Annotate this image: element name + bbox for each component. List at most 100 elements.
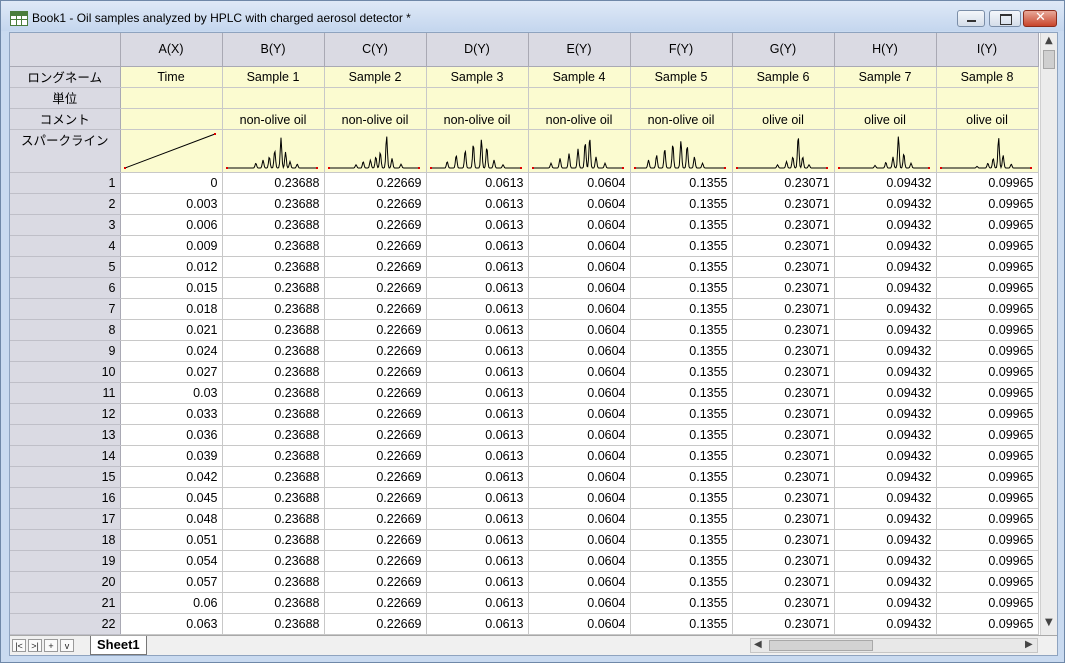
table-cell[interactable]: 0.09432 — [834, 214, 937, 236]
table-cell[interactable]: 0.1355 — [630, 214, 733, 236]
row-header[interactable]: 11 — [10, 382, 121, 404]
table-cell[interactable]: 0.22669 — [324, 550, 427, 572]
table-cell[interactable]: 0.024 — [120, 340, 223, 362]
table-cell[interactable]: 0.1355 — [630, 340, 733, 362]
row-header[interactable]: 7 — [10, 298, 121, 320]
table-cell[interactable]: 0.09432 — [834, 382, 937, 404]
table-cell[interactable]: 0.1355 — [630, 235, 733, 257]
table-cell[interactable]: 0.1355 — [630, 592, 733, 614]
comment-cell[interactable]: non-olive oil — [630, 108, 733, 130]
table-cell[interactable]: 0.09965 — [936, 193, 1039, 215]
row-header[interactable]: 10 — [10, 361, 121, 383]
comment-cell[interactable] — [120, 108, 223, 130]
table-cell[interactable]: 0.0604 — [528, 571, 631, 593]
column-header[interactable]: A(X) — [120, 33, 223, 67]
table-cell[interactable]: 0.0604 — [528, 613, 631, 635]
table-cell[interactable]: 0.23688 — [222, 508, 325, 530]
table-cell[interactable]: 0.1355 — [630, 613, 733, 635]
table-cell[interactable]: 0.09432 — [834, 592, 937, 614]
table-cell[interactable]: 0.018 — [120, 298, 223, 320]
table-cell[interactable]: 0.09432 — [834, 172, 937, 194]
column-header[interactable]: B(Y) — [222, 33, 325, 67]
unit-cell[interactable] — [222, 87, 325, 109]
sparkline-cell[interactable] — [222, 129, 325, 173]
table-cell[interactable]: 0.021 — [120, 319, 223, 341]
table-cell[interactable]: 0.23071 — [732, 445, 835, 467]
sheet-list-button[interactable]: v — [60, 639, 74, 652]
table-cell[interactable]: 0.22669 — [324, 256, 427, 278]
table-cell[interactable]: 0.0613 — [426, 382, 529, 404]
long-name-cell[interactable]: Sample 4 — [528, 66, 631, 88]
sparkline-cell[interactable] — [834, 129, 937, 173]
table-cell[interactable]: 0.0604 — [528, 487, 631, 509]
table-cell[interactable]: 0.1355 — [630, 172, 733, 194]
comment-cell[interactable]: olive oil — [732, 108, 835, 130]
table-cell[interactable]: 0.23071 — [732, 319, 835, 341]
row-header[interactable]: 5 — [10, 256, 121, 278]
table-cell[interactable]: 0.09432 — [834, 529, 937, 551]
table-cell[interactable]: 0.09965 — [936, 592, 1039, 614]
row-header[interactable]: 12 — [10, 403, 121, 425]
restore-button[interactable] — [989, 10, 1021, 27]
long-name-cell[interactable]: Time — [120, 66, 223, 88]
table-cell[interactable]: 0.22669 — [324, 529, 427, 551]
table-cell[interactable]: 0.23688 — [222, 466, 325, 488]
table-cell[interactable]: 0.0604 — [528, 466, 631, 488]
table-cell[interactable]: 0.22669 — [324, 592, 427, 614]
table-cell[interactable]: 0.09432 — [834, 403, 937, 425]
table-cell[interactable]: 0.0604 — [528, 193, 631, 215]
table-cell[interactable]: 0.22669 — [324, 298, 427, 320]
table-cell[interactable]: 0.22669 — [324, 235, 427, 257]
column-header[interactable]: H(Y) — [834, 33, 937, 67]
select-all-corner[interactable] — [10, 33, 121, 67]
table-cell[interactable]: 0.045 — [120, 487, 223, 509]
table-cell[interactable]: 0.22669 — [324, 277, 427, 299]
table-cell[interactable]: 0.09965 — [936, 340, 1039, 362]
vertical-scroll-thumb[interactable] — [1043, 50, 1055, 69]
table-cell[interactable]: 0.09965 — [936, 613, 1039, 635]
table-cell[interactable]: 0.09965 — [936, 571, 1039, 593]
table-cell[interactable]: 0.1355 — [630, 550, 733, 572]
table-cell[interactable]: 0.09432 — [834, 508, 937, 530]
horizontal-scrollbar[interactable]: ◀ ▶ — [750, 638, 1038, 653]
table-cell[interactable]: 0.09432 — [834, 466, 937, 488]
table-cell[interactable]: 0.09432 — [834, 319, 937, 341]
table-cell[interactable]: 0.22669 — [324, 445, 427, 467]
comment-cell[interactable]: non-olive oil — [222, 108, 325, 130]
row-header[interactable]: 18 — [10, 529, 121, 551]
table-cell[interactable]: 0.23688 — [222, 340, 325, 362]
table-cell[interactable]: 0.09965 — [936, 235, 1039, 257]
column-header[interactable]: C(Y) — [324, 33, 427, 67]
unit-cell[interactable] — [630, 87, 733, 109]
table-cell[interactable]: 0.0604 — [528, 508, 631, 530]
table-cell[interactable]: 0.09965 — [936, 403, 1039, 425]
table-cell[interactable]: 0.0604 — [528, 340, 631, 362]
table-cell[interactable]: 0.22669 — [324, 403, 427, 425]
table-cell[interactable]: 0 — [120, 172, 223, 194]
row-header[interactable]: 16 — [10, 487, 121, 509]
close-button[interactable]: ✕ — [1023, 10, 1057, 27]
table-cell[interactable]: 0.23071 — [732, 466, 835, 488]
table-cell[interactable]: 0.0613 — [426, 361, 529, 383]
table-cell[interactable]: 0.09965 — [936, 529, 1039, 551]
table-cell[interactable]: 0.23071 — [732, 298, 835, 320]
table-cell[interactable]: 0.23688 — [222, 487, 325, 509]
table-cell[interactable]: 0.09432 — [834, 571, 937, 593]
scroll-up-icon[interactable]: ▲ — [1045, 35, 1053, 46]
table-cell[interactable]: 0.09432 — [834, 340, 937, 362]
table-cell[interactable]: 0.23071 — [732, 214, 835, 236]
table-cell[interactable]: 0.012 — [120, 256, 223, 278]
table-cell[interactable]: 0.09965 — [936, 508, 1039, 530]
table-cell[interactable]: 0.0604 — [528, 424, 631, 446]
long-name-cell[interactable]: Sample 3 — [426, 66, 529, 88]
table-cell[interactable]: 0.0604 — [528, 445, 631, 467]
table-cell[interactable]: 0.1355 — [630, 466, 733, 488]
vertical-scrollbar[interactable]: ▲ ▼ — [1040, 33, 1057, 635]
table-cell[interactable]: 0.22669 — [324, 361, 427, 383]
comment-cell[interactable]: non-olive oil — [528, 108, 631, 130]
table-cell[interactable]: 0.0604 — [528, 298, 631, 320]
table-cell[interactable]: 0.0613 — [426, 403, 529, 425]
last-sheet-button[interactable]: >| — [28, 639, 42, 652]
table-cell[interactable]: 0.22669 — [324, 319, 427, 341]
table-cell[interactable]: 0.23071 — [732, 487, 835, 509]
